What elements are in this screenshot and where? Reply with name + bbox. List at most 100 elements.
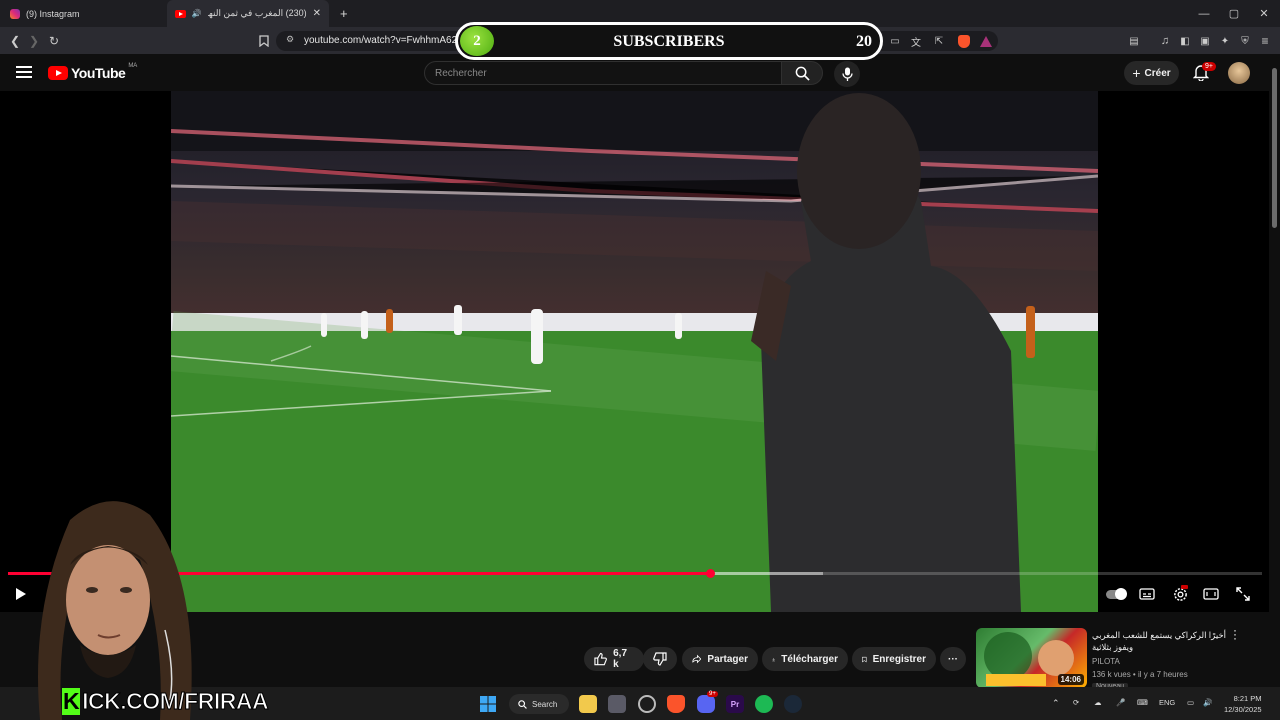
windows-start-icon[interactable] — [479, 695, 497, 713]
tab-label: (9) Instagram — [26, 8, 80, 19]
network-icon[interactable]: ▭ — [1187, 698, 1194, 707]
media-icon[interactable]: ♫ — [1157, 33, 1173, 49]
discord-icon[interactable]: 9+ — [697, 691, 718, 713]
microphone-icon — [841, 67, 853, 81]
autoplay-toggle[interactable] — [1105, 585, 1127, 603]
dislike-button[interactable] — [643, 647, 677, 671]
reader-mode-icon[interactable]: ▤ — [1126, 33, 1142, 49]
more-actions-button[interactable]: ··· — [940, 647, 966, 671]
thumbs-down-icon — [653, 652, 667, 666]
language-indicator[interactable]: ENG — [1159, 698, 1175, 707]
vpn-icon[interactable]: ⛨ — [1237, 33, 1253, 49]
share-label: Partager — [707, 653, 748, 665]
subtitles-icon[interactable] — [1138, 585, 1156, 603]
subscriber-target-count: 20 — [856, 33, 872, 50]
search-button[interactable] — [781, 61, 823, 85]
url-text: youtube.com/watch?v=FwhhmA62V — [304, 35, 464, 46]
account-avatar[interactable] — [1228, 62, 1250, 84]
settings-gear-icon[interactable] — [1171, 585, 1189, 603]
browser-menu-icon[interactable]: ≡ — [1257, 33, 1273, 49]
save-label: Enregistrer — [872, 653, 926, 665]
related-video-channel[interactable]: PILOTA — [1092, 657, 1120, 666]
instagram-icon — [10, 8, 20, 19]
subscriber-label: SUBSCRIBERS — [613, 33, 725, 50]
fullscreen-icon[interactable] — [1234, 585, 1252, 603]
snipping-tool-icon[interactable] — [608, 695, 626, 713]
search-input[interactable]: Rechercher — [424, 61, 782, 85]
forward-icon[interactable]: ❯ — [26, 33, 42, 49]
close-window-button[interactable]: ✕ — [1248, 0, 1280, 27]
create-label: Créer — [1144, 67, 1171, 79]
spotify-icon[interactable] — [755, 695, 773, 713]
premiere-pro-icon[interactable]: Pr — [726, 695, 744, 713]
create-button[interactable]: + Créer — [1124, 61, 1179, 85]
maximize-button[interactable]: ▢ — [1218, 0, 1250, 27]
notification-badge: 9+ — [1202, 62, 1216, 71]
tab-instagram[interactable]: (9) Instagram — [2, 0, 162, 27]
new-tab-button[interactable]: + — [332, 0, 356, 27]
like-button[interactable]: 6,7 k — [584, 647, 644, 671]
speaker-icon[interactable]: 🔊 — [192, 9, 202, 18]
streamer-webcam — [0, 490, 200, 720]
back-icon[interactable]: ❮ — [7, 33, 23, 49]
related-video-title[interactable]: أخيرًا الركراكي يستمع للشعب المغربي ويفو… — [1092, 629, 1232, 653]
brave-shield-icon[interactable] — [956, 33, 972, 49]
download-button[interactable]: Télécharger — [762, 647, 848, 671]
video-frame — [171, 91, 1098, 612]
share-button[interactable]: Partager — [682, 647, 758, 671]
theater-mode-icon[interactable] — [1202, 585, 1220, 603]
share-arrow-icon — [692, 654, 702, 664]
obs-icon[interactable] — [638, 695, 656, 713]
file-explorer-icon[interactable] — [579, 695, 597, 713]
tab-label: (230) المغرب في ثمن النهائي ! — [208, 8, 307, 18]
video-duration: 14:06 — [1057, 674, 1084, 685]
subscriber-goal-overlay: 2 SUBSCRIBERS 20 — [455, 22, 883, 60]
thumbs-up-icon — [594, 652, 607, 666]
volume-icon[interactable]: 🔊 — [1203, 698, 1212, 707]
system-clock[interactable]: 8:21 PM 12/30/2025 — [1224, 693, 1262, 715]
country-code: MA — [128, 63, 138, 69]
related-video-menu-icon[interactable]: · · · — [1233, 624, 1237, 644]
minimize-button[interactable]: — — [1188, 0, 1220, 27]
cast-icon[interactable]: ▭ — [887, 33, 903, 49]
youtube-play-icon — [48, 66, 68, 80]
site-info-icon[interactable]: ⚙ — [286, 34, 294, 45]
mic-tray-icon[interactable]: 🎤 — [1116, 698, 1125, 707]
youtube-logo[interactable]: YouTube MA — [48, 63, 138, 81]
sync-icon[interactable]: ⟳ — [1073, 698, 1079, 707]
logo-text: YouTube — [71, 65, 126, 81]
save-button[interactable]: Enregistrer — [852, 647, 936, 671]
hamburger-menu-icon[interactable] — [16, 66, 32, 78]
search-icon — [518, 699, 527, 709]
voice-search-button[interactable] — [834, 61, 860, 87]
brave-browser-icon[interactable] — [667, 695, 685, 713]
brave-rewards-icon[interactable] — [978, 33, 994, 49]
steam-icon[interactable] — [784, 695, 802, 713]
kick-url: ICK.COM/FRIRAA — [82, 688, 269, 715]
search-placeholder: Rechercher — [435, 68, 487, 79]
taskbar-search[interactable]: Search — [509, 694, 569, 714]
tab-close-icon[interactable]: ✕ — [313, 8, 321, 19]
sidebar-icon[interactable]: ◧ — [1177, 33, 1193, 49]
share-icon[interactable]: ⇱ — [931, 33, 947, 49]
wallet-icon[interactable]: ▣ — [1197, 33, 1213, 49]
reload-icon[interactable]: ↻ — [46, 33, 62, 49]
leo-ai-icon[interactable]: ✦ — [1217, 33, 1233, 49]
onedrive-icon[interactable]: ☁ — [1094, 698, 1102, 707]
search-icon — [795, 66, 810, 81]
page-scrollbar[interactable] — [1269, 54, 1280, 687]
tab-youtube[interactable]: 🔊 (230) المغرب في ثمن النهائي ! ✕ — [167, 0, 329, 27]
bookmark-icon[interactable] — [256, 33, 272, 49]
related-video-thumbnail[interactable]: 14:06 — [976, 628, 1087, 688]
plus-icon: + — [1132, 65, 1141, 81]
kick-logo: K — [62, 688, 81, 715]
translate-icon[interactable]: 文 — [908, 33, 924, 49]
kick-channel-overlay: K ICK.COM/FRIRAA — [62, 688, 269, 715]
related-video-meta: 136 k vues • il y a 7 heures — [1092, 670, 1188, 679]
scrollbar-thumb[interactable] — [1272, 68, 1277, 228]
keyboard-icon[interactable]: ⌨ — [1137, 698, 1148, 707]
show-hidden-icons[interactable]: ⌃ — [1052, 698, 1060, 709]
bookmark-save-icon — [862, 656, 867, 662]
like-count: 6,7 k — [613, 648, 628, 670]
clock-time: 8:21 PM — [1233, 694, 1262, 703]
